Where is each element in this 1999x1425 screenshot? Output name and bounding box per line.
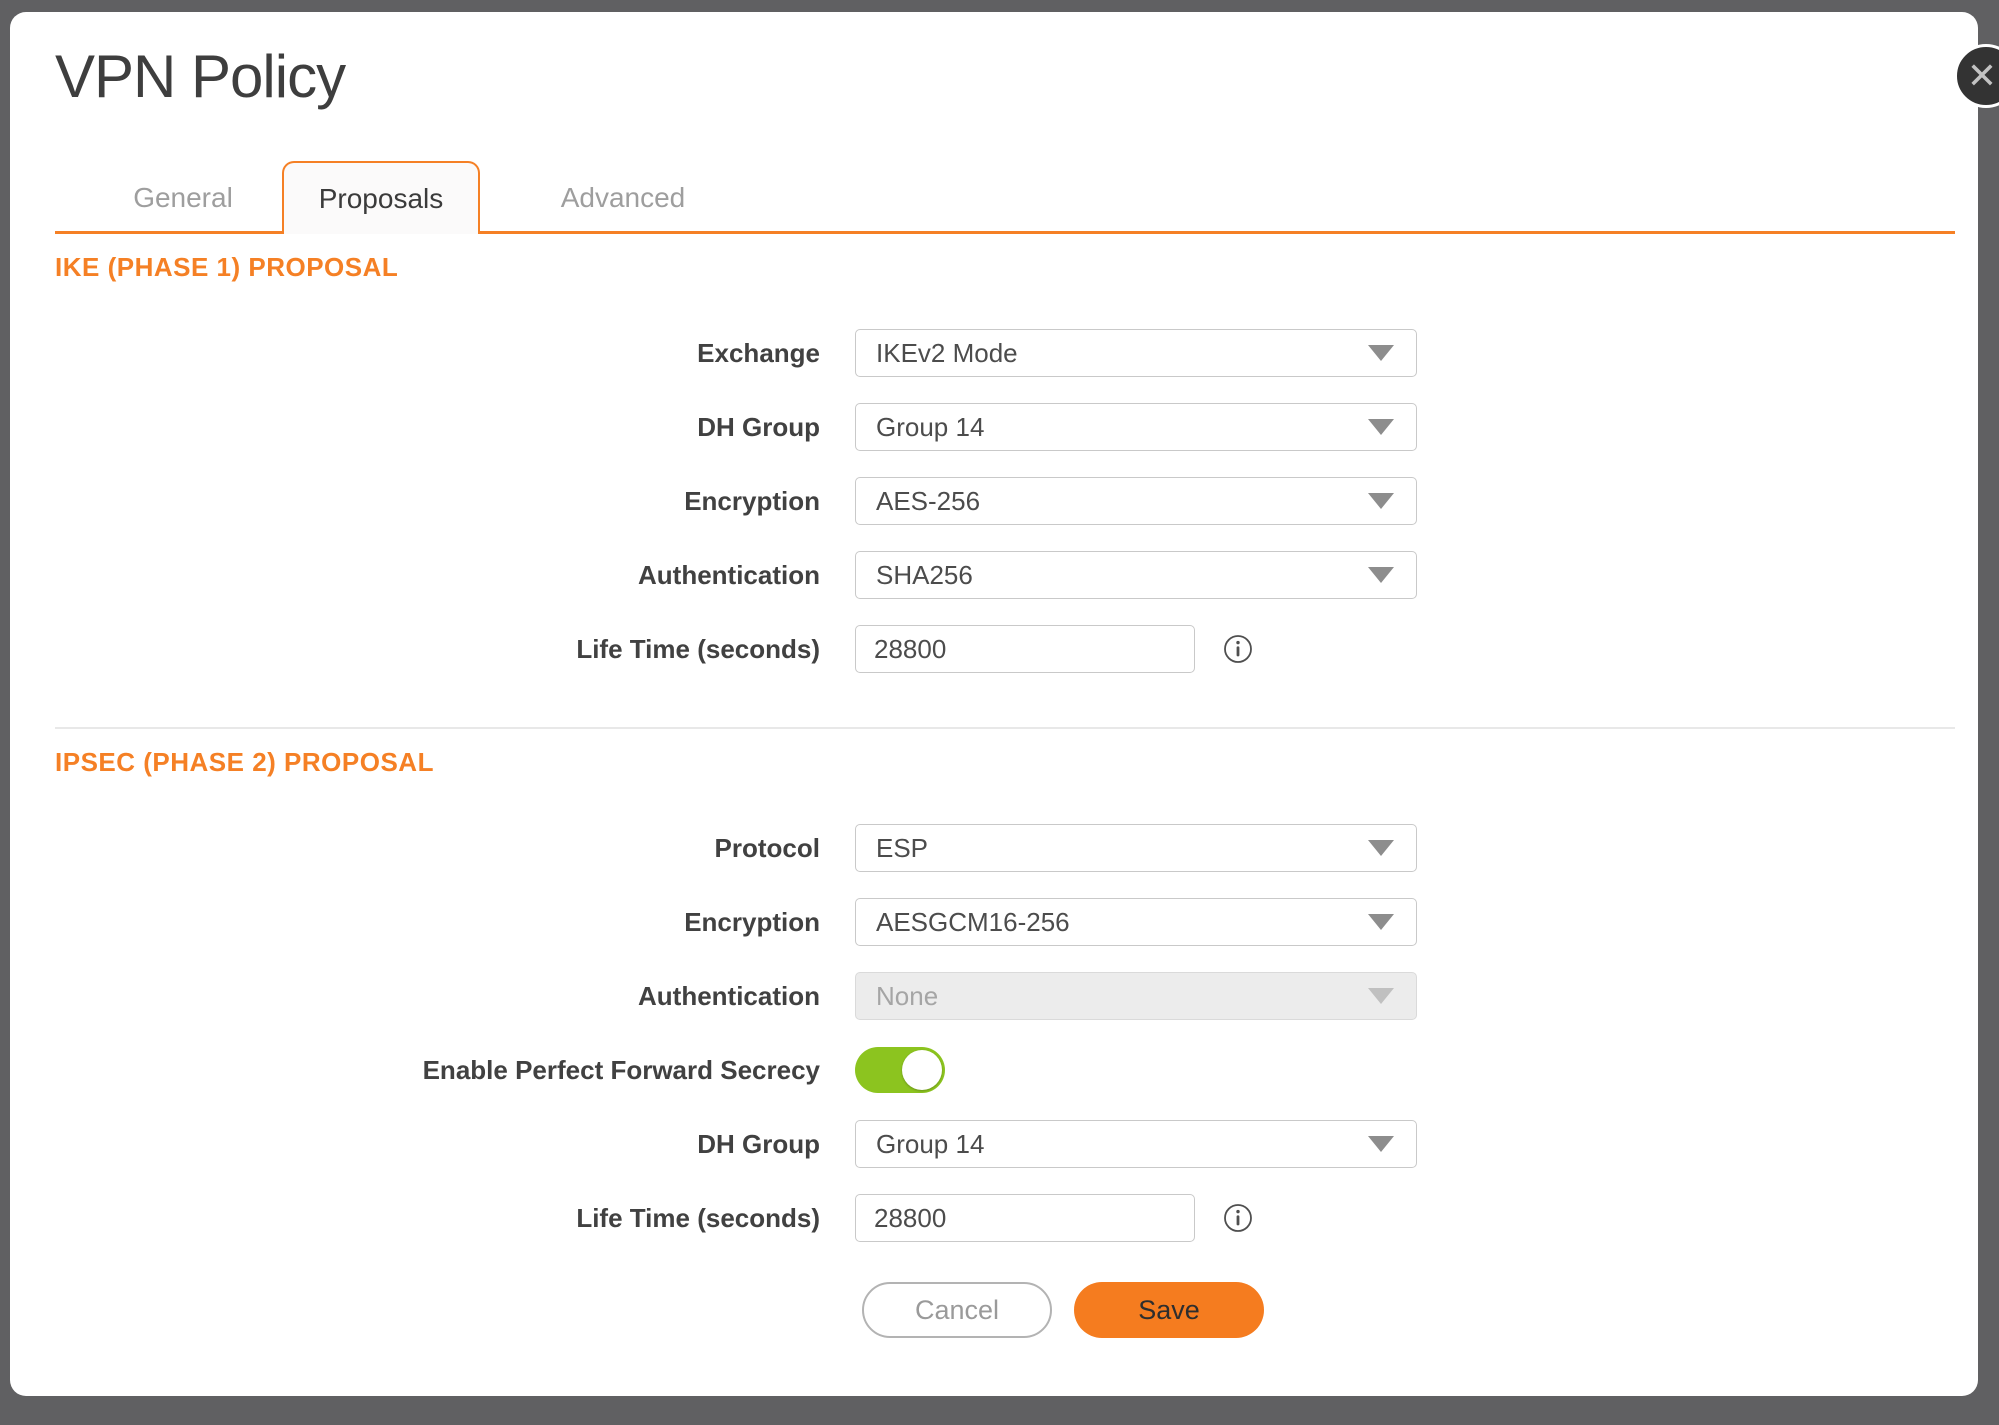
authentication-select[interactable]: SHA256 [855, 551, 1417, 599]
authentication-label: Authentication [55, 560, 820, 591]
footer-actions: Cancel Save [55, 1282, 1933, 1338]
protocol-select[interactable]: ESP [855, 824, 1417, 872]
dh-group-select-value: Group 14 [876, 412, 984, 443]
cancel-button[interactable]: Cancel [862, 1282, 1052, 1338]
pfs-toggle[interactable] [855, 1047, 945, 1093]
lifetime-label: Life Time (seconds) [55, 634, 820, 665]
dh-group-select[interactable]: Group 14 [855, 403, 1417, 451]
close-icon: ✕ [1967, 58, 1997, 94]
chevron-down-icon [1368, 419, 1394, 435]
tab-general[interactable]: General [84, 161, 282, 234]
form-row-protocol: Protocol ESP [55, 824, 1933, 872]
ike-phase1-form: Exchange IKEv2 Mode DH Group Group 14 En… [55, 329, 1933, 673]
exchange-select[interactable]: IKEv2 Mode [855, 329, 1417, 377]
info-icon[interactable] [1223, 634, 1253, 664]
exchange-label: Exchange [55, 338, 820, 369]
ipsec-encryption-select-value: AESGCM16-256 [876, 907, 1070, 938]
form-row-authentication: Authentication SHA256 [55, 551, 1933, 599]
ike-phase1-heading: IKE (PHASE 1) PROPOSAL [55, 252, 1933, 283]
ipsec-authentication-select-value: None [876, 981, 938, 1012]
ipsec-dh-group-select[interactable]: Group 14 [855, 1120, 1417, 1168]
ipsec-authentication-label: Authentication [55, 981, 820, 1012]
protocol-label: Protocol [55, 833, 820, 864]
form-row-ipsec-authentication: Authentication None [55, 972, 1933, 1020]
section-divider [55, 727, 1955, 729]
page-title: VPN Policy [55, 12, 1933, 111]
form-row-encryption: Encryption AES-256 [55, 477, 1933, 525]
encryption-label: Encryption [55, 486, 820, 517]
chevron-down-icon [1368, 840, 1394, 856]
lifetime-input[interactable] [855, 625, 1195, 673]
chevron-down-icon [1368, 988, 1394, 1004]
protocol-select-value: ESP [876, 833, 928, 864]
dh-group-label: DH Group [55, 412, 820, 443]
form-row-pfs: Enable Perfect Forward Secrecy [55, 1046, 1933, 1094]
tab-bar: General Proposals Advanced [55, 161, 1955, 234]
ipsec-lifetime-input[interactable] [855, 1194, 1195, 1242]
ipsec-authentication-select: None [855, 972, 1417, 1020]
ipsec-dh-group-label: DH Group [55, 1129, 820, 1160]
ipsec-dh-group-select-value: Group 14 [876, 1129, 984, 1160]
authentication-select-value: SHA256 [876, 560, 973, 591]
ipsec-phase2-form: Protocol ESP Encryption AESGCM16-256 Aut… [55, 824, 1933, 1338]
ipsec-encryption-label: Encryption [55, 907, 820, 938]
ipsec-encryption-select[interactable]: AESGCM16-256 [855, 898, 1417, 946]
form-row-dh-group: DH Group Group 14 [55, 403, 1933, 451]
encryption-select-value: AES-256 [876, 486, 980, 517]
ipsec-phase2-heading: IPSEC (PHASE 2) PROPOSAL [55, 747, 1933, 778]
chevron-down-icon [1368, 1136, 1394, 1152]
tab-advanced[interactable]: Advanced [480, 161, 766, 234]
chevron-down-icon [1368, 567, 1394, 583]
pfs-label: Enable Perfect Forward Secrecy [55, 1055, 820, 1086]
chevron-down-icon [1368, 345, 1394, 361]
vpn-policy-dialog: ✕ VPN Policy General Proposals Advanced … [10, 12, 1978, 1396]
encryption-select[interactable]: AES-256 [855, 477, 1417, 525]
exchange-select-value: IKEv2 Mode [876, 338, 1018, 369]
tab-proposals[interactable]: Proposals [282, 161, 480, 234]
chevron-down-icon [1368, 914, 1394, 930]
ipsec-lifetime-label: Life Time (seconds) [55, 1203, 820, 1234]
form-row-ipsec-lifetime: Life Time (seconds) [55, 1194, 1933, 1242]
form-row-lifetime: Life Time (seconds) [55, 625, 1933, 673]
form-row-ipsec-dh-group: DH Group Group 14 [55, 1120, 1933, 1168]
save-button[interactable]: Save [1074, 1282, 1264, 1338]
toggle-knob [902, 1050, 942, 1090]
info-icon[interactable] [1223, 1203, 1253, 1233]
form-row-ipsec-encryption: Encryption AESGCM16-256 [55, 898, 1933, 946]
form-row-exchange: Exchange IKEv2 Mode [55, 329, 1933, 377]
chevron-down-icon [1368, 493, 1394, 509]
